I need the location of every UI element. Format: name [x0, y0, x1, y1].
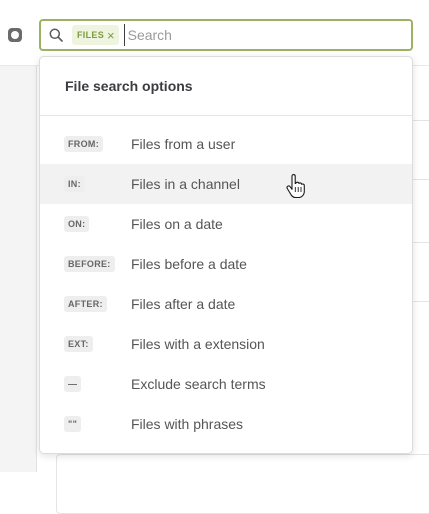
option-tag: ON:: [64, 216, 90, 232]
file-search-options-dropdown: File search options FROM: Files from a u…: [39, 56, 413, 454]
option-tag: EXT:: [64, 336, 93, 352]
option-label: Files before a date: [131, 256, 247, 272]
option-tag: IN:: [64, 176, 85, 192]
left-panel: [0, 66, 37, 472]
filter-chip-label: FILES: [77, 30, 105, 40]
option-tag: BEFORE:: [64, 256, 115, 272]
team-menu-icon[interactable]: [8, 28, 22, 42]
search-icon: [48, 27, 64, 43]
hand-pointer-icon: [286, 174, 306, 199]
option-tag: AFTER:: [64, 296, 107, 312]
option-tag: FROM:: [64, 136, 103, 152]
background-card: [56, 454, 429, 514]
option-label: Files in a channel: [131, 176, 240, 192]
dropdown-title: File search options: [65, 78, 193, 94]
option-in[interactable]: IN: Files in a channel: [40, 164, 412, 204]
option-from[interactable]: FROM: Files from a user: [40, 124, 412, 164]
option-before[interactable]: BEFORE: Files before a date: [40, 244, 412, 284]
close-icon[interactable]: ×: [107, 29, 115, 42]
option-tag: —: [64, 376, 82, 392]
option-label: Files on a date: [131, 216, 223, 232]
option-phrases[interactable]: "" Files with phrases: [40, 404, 412, 444]
option-label: Exclude search terms: [131, 376, 266, 392]
option-exclude[interactable]: — Exclude search terms: [40, 364, 412, 404]
option-label: Files after a date: [131, 296, 236, 312]
dropdown-header: File search options: [40, 57, 412, 116]
search-bar[interactable]: FILES ×: [39, 19, 413, 51]
options-list: FROM: Files from a user IN: Files in a c…: [40, 116, 412, 444]
files-filter-chip: FILES ×: [72, 25, 119, 45]
option-label: Files from a user: [131, 136, 236, 152]
option-label: Files with phrases: [131, 416, 244, 432]
option-label: Files with a extension: [131, 336, 265, 352]
search-input[interactable]: [123, 24, 411, 46]
option-ext[interactable]: EXT: Files with a extension: [40, 324, 412, 364]
option-tag: "": [64, 416, 82, 432]
option-on[interactable]: ON: Files on a date: [40, 204, 412, 244]
option-after[interactable]: AFTER: Files after a date: [40, 284, 412, 324]
